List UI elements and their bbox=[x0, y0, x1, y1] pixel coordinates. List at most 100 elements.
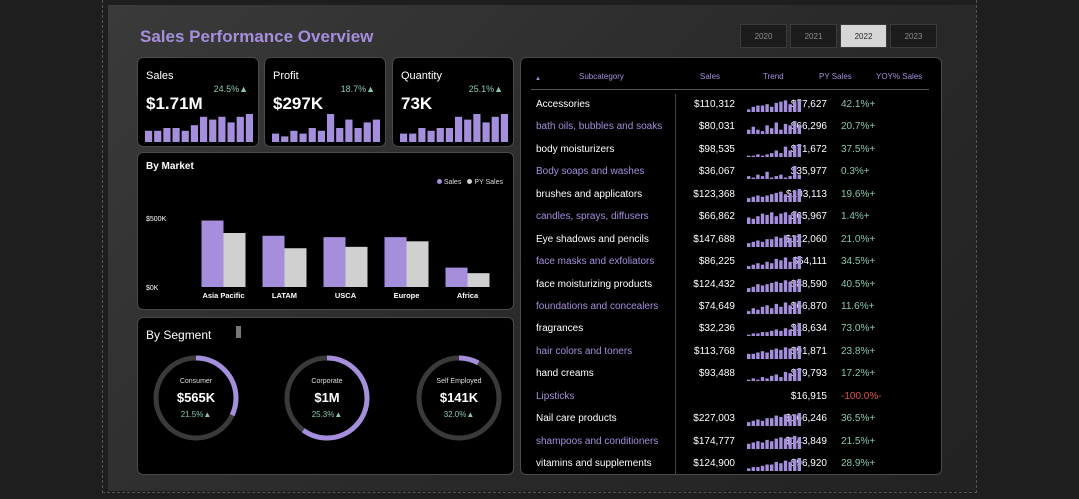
trend-bar bbox=[788, 461, 792, 471]
sales-cell: $227,003 bbox=[693, 413, 735, 425]
kpi-bar bbox=[400, 133, 408, 142]
trend-bar bbox=[797, 436, 801, 449]
table-row[interactable]: brushes and applicators $123,368 $103,113 1… bbox=[529, 184, 929, 206]
trend-bar bbox=[788, 261, 792, 270]
yoy-cell: 40.5%+ bbox=[841, 278, 876, 290]
year-button-2023[interactable]: 2023 bbox=[890, 24, 937, 48]
subcategory-cell: shampoos and conditioners bbox=[536, 435, 659, 447]
trend-bar bbox=[783, 193, 788, 202]
table-row[interactable]: face masks and exfoliators $86,225 $64,111… bbox=[529, 251, 929, 273]
subcategory-table-card[interactable]: ▲ Subcategory Sales Trend PY Sales YOY% … bbox=[520, 57, 942, 475]
trend-bar bbox=[783, 302, 788, 314]
trend-sparkbars bbox=[747, 435, 801, 449]
trend-bar bbox=[765, 195, 769, 202]
trend-bar bbox=[765, 352, 769, 359]
kpi-value: $297K bbox=[273, 94, 324, 113]
trend-bar bbox=[760, 105, 765, 112]
col-header-sales[interactable]: Sales bbox=[700, 72, 720, 81]
sales-cell: $113,768 bbox=[694, 345, 735, 357]
table-row[interactable]: candles, sprays, diffusers $66,862 $65,967… bbox=[529, 206, 929, 228]
trend-bar bbox=[765, 104, 769, 112]
trend-bar bbox=[793, 211, 797, 225]
year-button-2022[interactable]: 2022 bbox=[840, 24, 887, 48]
table-row[interactable]: face moisturizing products $124,432 $88,59… bbox=[529, 274, 929, 296]
segment-donut-corporate[interactable]: Corporate $1M 25.3%▲ bbox=[283, 354, 371, 442]
sales-cell: $66,862 bbox=[698, 211, 735, 223]
segment-scroll-handle[interactable] bbox=[236, 326, 241, 338]
trend-bar bbox=[770, 376, 774, 382]
trend-bar bbox=[765, 464, 769, 471]
trend-bar bbox=[793, 302, 797, 314]
kpi-card-sales[interactable]: Sales 24.5%▲ $1.71M bbox=[137, 57, 259, 147]
year-button-2020[interactable]: 2020 bbox=[740, 24, 787, 48]
sales-cell: $123,368 bbox=[693, 188, 735, 200]
market-chart-card[interactable]: By Market Sales PY Sales $500K $0K Asia Pa… bbox=[137, 152, 514, 310]
market-bar-sales bbox=[201, 220, 224, 287]
market-bar-sales bbox=[323, 237, 346, 287]
kpi-bar bbox=[154, 130, 162, 142]
trend-bar bbox=[793, 101, 797, 112]
trend-bar bbox=[779, 331, 783, 337]
sales-cell: $124,432 bbox=[693, 278, 735, 290]
table-row[interactable]: bath oils, bubbles and soaks $80,031 $66,2… bbox=[529, 116, 929, 138]
trend-bar bbox=[774, 236, 778, 247]
col-header-py-sales[interactable]: PY Sales bbox=[819, 72, 852, 81]
table-row[interactable]: hair colors and toners $113,768 $91,871 23.… bbox=[529, 341, 929, 363]
x-tick-label: Europe bbox=[394, 291, 420, 300]
trend-sparkbars bbox=[747, 233, 801, 247]
trend-bar bbox=[774, 258, 778, 270]
table-row[interactable]: vitamins and supplements $124,900 $96,920 2… bbox=[529, 453, 929, 475]
subcategory-cell: fragrances bbox=[536, 323, 584, 335]
trend-sparkbars bbox=[747, 278, 801, 292]
kpi-bar bbox=[218, 116, 226, 142]
segment-label: Corporate bbox=[311, 378, 343, 385]
segment-donut-self-employed[interactable]: Self Employed $141K 32.0%▲ bbox=[415, 354, 503, 442]
kpi-bar bbox=[163, 128, 171, 142]
trend-bar bbox=[774, 415, 778, 427]
trend-bar bbox=[756, 309, 760, 314]
kpi-sparkbars bbox=[145, 114, 253, 142]
table-row[interactable]: Nail care products $227,003 $166,246 36.5%+ bbox=[529, 408, 929, 430]
subcategory-cell: Nail care products bbox=[536, 413, 617, 425]
segment-value: $1M bbox=[314, 390, 340, 405]
table-row[interactable]: hand creams $93,488 $79,793 17.2%+ bbox=[529, 363, 929, 385]
kpi-card-quantity[interactable]: Quantity 25.1%▲ 73K bbox=[392, 57, 514, 147]
trend-bar bbox=[783, 414, 788, 427]
kpi-value: 73K bbox=[401, 94, 433, 113]
table-row[interactable]: foundations and concealers $74,649 $66,870… bbox=[529, 296, 929, 318]
kpi-bar bbox=[372, 119, 380, 142]
trend-bar bbox=[788, 348, 792, 359]
table-row[interactable]: Body soaps and washes $36,067 $35,977 0.3%+ bbox=[529, 161, 929, 183]
col-header-subcategory[interactable]: Subcategory bbox=[579, 72, 624, 81]
trend-bar bbox=[756, 195, 760, 202]
trend-bar bbox=[760, 332, 765, 337]
kpi-card-profit[interactable]: Profit 18.7%▲ $297K bbox=[264, 57, 386, 147]
page-title: Sales Performance Overview bbox=[140, 27, 374, 46]
segment-donut-consumer[interactable]: Consumer $565K 21.5%▲ bbox=[152, 354, 240, 442]
col-header-trend[interactable]: Trend bbox=[763, 72, 784, 81]
trend-bar bbox=[783, 372, 788, 382]
table-row[interactable]: Accessories $110,312 $77,627 42.1%+ bbox=[529, 94, 929, 116]
yoy-cell: 19.6%+ bbox=[841, 188, 876, 200]
table-row[interactable]: Lipsticks $16,915 -100.0%- bbox=[529, 386, 929, 408]
trend-bar bbox=[793, 145, 797, 157]
trend-sparkbars bbox=[747, 300, 801, 314]
trend-bar bbox=[747, 217, 751, 225]
trend-bar bbox=[788, 329, 792, 337]
segment-card[interactable]: By Segment Consumer $565K 21.5%▲ Corporate $… bbox=[137, 317, 514, 475]
trend-bar bbox=[797, 323, 801, 337]
trend-bar bbox=[774, 303, 778, 314]
table-row[interactable]: shampoos and conditioners $174,777 $143,84… bbox=[529, 431, 929, 453]
trend-bar bbox=[783, 347, 788, 359]
trend-bar bbox=[765, 378, 769, 382]
kpi-bar bbox=[455, 116, 463, 142]
trend-bar bbox=[765, 439, 769, 449]
year-button-2021[interactable]: 2021 bbox=[790, 24, 837, 48]
table-row[interactable]: body moisturizers $98,535 $71,672 37.5%+ bbox=[529, 139, 929, 161]
table-row[interactable]: fragrances $32,236 $18,634 73.0%+ bbox=[529, 318, 929, 340]
trend-sparkbars bbox=[747, 143, 801, 157]
trend-bar bbox=[760, 155, 765, 157]
table-row[interactable]: Eye shadows and pencils $147,688 $122,060 2… bbox=[529, 229, 929, 251]
trend-bar bbox=[756, 263, 760, 270]
col-header-yoy[interactable]: YOY% Sales bbox=[876, 72, 922, 81]
